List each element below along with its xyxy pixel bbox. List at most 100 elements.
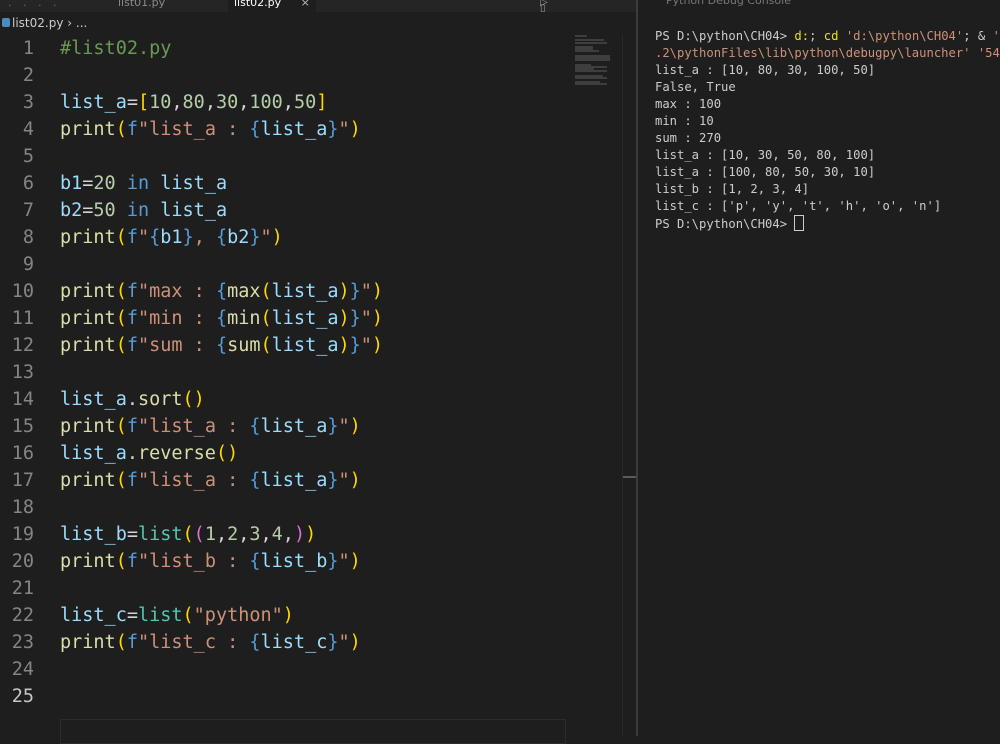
line-number: 1 — [22, 38, 34, 59]
line-number: 24 — [11, 659, 34, 680]
code-line[interactable]: 20 print(f"list_b : {list_b}") — [0, 548, 620, 575]
code-line[interactable]: 1 #list02.py — [0, 35, 620, 62]
code-line[interactable]: 7 b2=50 in list_a — [0, 197, 620, 224]
code-line[interactable]: 14 list_a.sort() — [0, 386, 620, 413]
current-line-highlight — [60, 719, 566, 744]
code-line[interactable]: 13 — [0, 359, 620, 386]
code-line[interactable]: 17 print(f"list_a : {list_a}") — [0, 467, 620, 494]
overflow-tabs-indicator[interactable]: . . . . — [8, 0, 60, 8]
code-text: list_c=list("python") — [60, 605, 294, 626]
python-file-icon — [2, 18, 10, 27]
code-text: b1=20 in list_a — [60, 173, 228, 194]
terminal-output-line: list_a : [10, 30, 50, 80, 100] — [655, 148, 876, 162]
editor-pane: . . . . list01.py list02.py × ▷ ▯ list02… — [0, 0, 637, 744]
code-text: list_a.reverse() — [60, 443, 239, 464]
line-number: 17 — [11, 470, 34, 491]
line-number: 12 — [11, 335, 34, 356]
code-line[interactable]: 4 print(f"list_a : {list_a}") — [0, 116, 620, 143]
line-number: 19 — [11, 524, 34, 545]
terminal-argument: 'd:\python\CH04' — [838, 29, 964, 43]
code-text: list_b=list((1,2,3,4,)) — [60, 524, 317, 545]
breadcrumb-separator: › — [63, 16, 76, 30]
line-number: 7 — [22, 200, 34, 221]
code-line[interactable]: 9 — [0, 251, 620, 278]
breadcrumb-file[interactable]: list02.py — [12, 16, 63, 30]
code-text: list_a.sort() — [60, 389, 205, 410]
minimap[interactable] — [575, 35, 615, 95]
terminal-command: cd — [823, 29, 839, 43]
code-line[interactable]: 24 — [0, 656, 620, 683]
code-line[interactable]: 25 — [0, 683, 620, 710]
close-tab-icon[interactable]: × — [301, 0, 310, 9]
minimap-line — [575, 41, 608, 44]
code-line[interactable]: 6 b1=20 in list_a — [0, 170, 620, 197]
code-text: print(f"{b1}, {b2}") — [60, 227, 283, 248]
line-number: 4 — [22, 119, 34, 140]
run-debug-icons[interactable]: ▷ ▯ — [540, 0, 637, 12]
code-text: print(f"min : {min(list_a)}") — [60, 308, 384, 329]
line-number: 11 — [11, 308, 34, 329]
terminal-separator: ; & — [963, 29, 993, 43]
minimap-line — [575, 59, 610, 62]
code-text: print(f"list_a : {list_a}") — [60, 470, 361, 491]
code-line[interactable]: 18 — [0, 494, 620, 521]
code-line[interactable]: 5 — [0, 143, 620, 170]
code-line[interactable]: 3 list_a=[10,80,30,100,50] — [0, 89, 620, 116]
code-text: print(f"list_a : {list_a}") — [60, 119, 361, 140]
terminal-output-line: sum : 270 — [655, 131, 722, 145]
code-line[interactable]: 23 print(f"list_c : {list_c}") — [0, 629, 620, 656]
terminal-command-line: PS D:\python\CH04> d:; cd 'd:\python\CH0… — [655, 28, 1000, 45]
tab-list02[interactable]: list02.py × — [228, 0, 316, 12]
code-area[interactable]: 1 #list02.py 2 3 list_a=[10,80,30,100,50] 4 pr… — [0, 35, 622, 744]
minimap-line — [575, 76, 608, 79]
minimap-line — [575, 83, 608, 86]
editor-tab-bar: . . . . list01.py list02.py × ▷ ▯ — [0, 0, 637, 12]
editor-scrollbar[interactable] — [622, 35, 637, 736]
breadcrumb-symbol[interactable]: ... — [76, 16, 87, 30]
minimap-line — [575, 70, 608, 73]
terminal-output-line: list_a : [10, 80, 30, 100, 50] — [655, 63, 876, 77]
line-number: 8 — [22, 227, 34, 248]
code-text: print(f"sum : {sum(list_a)}") — [60, 335, 384, 356]
terminal-command: d: — [794, 29, 810, 43]
breadcrumb: list02.py › ... — [0, 12, 637, 34]
code-line[interactable]: 15 print(f"list_a : {list_a}") — [0, 413, 620, 440]
tab-label: list01.py — [118, 0, 166, 9]
line-number: 9 — [22, 254, 34, 275]
debug-console-pane[interactable]: Python Debug Console PS D:\python\CH04> … — [638, 0, 1000, 736]
terminal-separator: ; — [809, 29, 824, 43]
terminal-output-line: list_c : ['p', 'y', 't', 'h', 'o', 'n'] — [655, 199, 942, 213]
line-number: 25 — [11, 686, 34, 707]
code-line[interactable]: 21 — [0, 575, 620, 602]
line-number: 3 — [22, 92, 34, 113]
scrollbar-cursor-marker — [623, 476, 637, 478]
code-text: list_a=[10,80,30,100,50] — [60, 92, 328, 113]
code-text: print(f"list_c : {list_c}") — [60, 632, 361, 653]
line-number: 14 — [11, 389, 34, 410]
line-number: 10 — [11, 281, 34, 302]
terminal-prompt: PS D:\python\CH04> — [655, 29, 795, 43]
debug-console-tab[interactable]: Python Debug Console — [666, 0, 791, 8]
terminal-argument: 'C — [992, 29, 1000, 43]
code-line[interactable]: 10 print(f"max : {max(list_a)}") — [0, 278, 620, 305]
code-line[interactable]: 19 list_b=list((1,2,3,4,)) — [0, 521, 620, 548]
line-number: 23 — [11, 632, 34, 653]
line-number: 6 — [22, 173, 34, 194]
terminal-prompt: PS D:\python\CH04> — [655, 217, 795, 231]
code-line[interactable]: 12 print(f"sum : {sum(list_a)}") — [0, 332, 620, 359]
code-line[interactable]: 22 list_c=list("python") — [0, 602, 620, 629]
code-text: #list02.py — [60, 38, 172, 59]
terminal-output-line: list_a : [100, 80, 50, 30, 10] — [655, 165, 876, 179]
terminal-output-line: list_b : [1, 2, 3, 4] — [655, 182, 810, 196]
code-line[interactable]: 11 print(f"min : {min(list_a)}") — [0, 305, 620, 332]
tab-list01[interactable]: list01.py — [118, 0, 165, 12]
line-number: 2 — [22, 65, 34, 86]
code-line[interactable]: 16 list_a.reverse() — [0, 440, 620, 467]
code-line[interactable]: 2 — [0, 62, 620, 89]
line-number: 16 — [11, 443, 34, 464]
terminal-input-line[interactable]: PS D:\python\CH04> — [655, 215, 805, 232]
code-line[interactable]: 8 print(f"{b1}, {b2}") — [0, 224, 620, 251]
line-number: 13 — [11, 362, 34, 383]
line-number: 20 — [11, 551, 34, 572]
terminal-cursor — [794, 215, 805, 231]
